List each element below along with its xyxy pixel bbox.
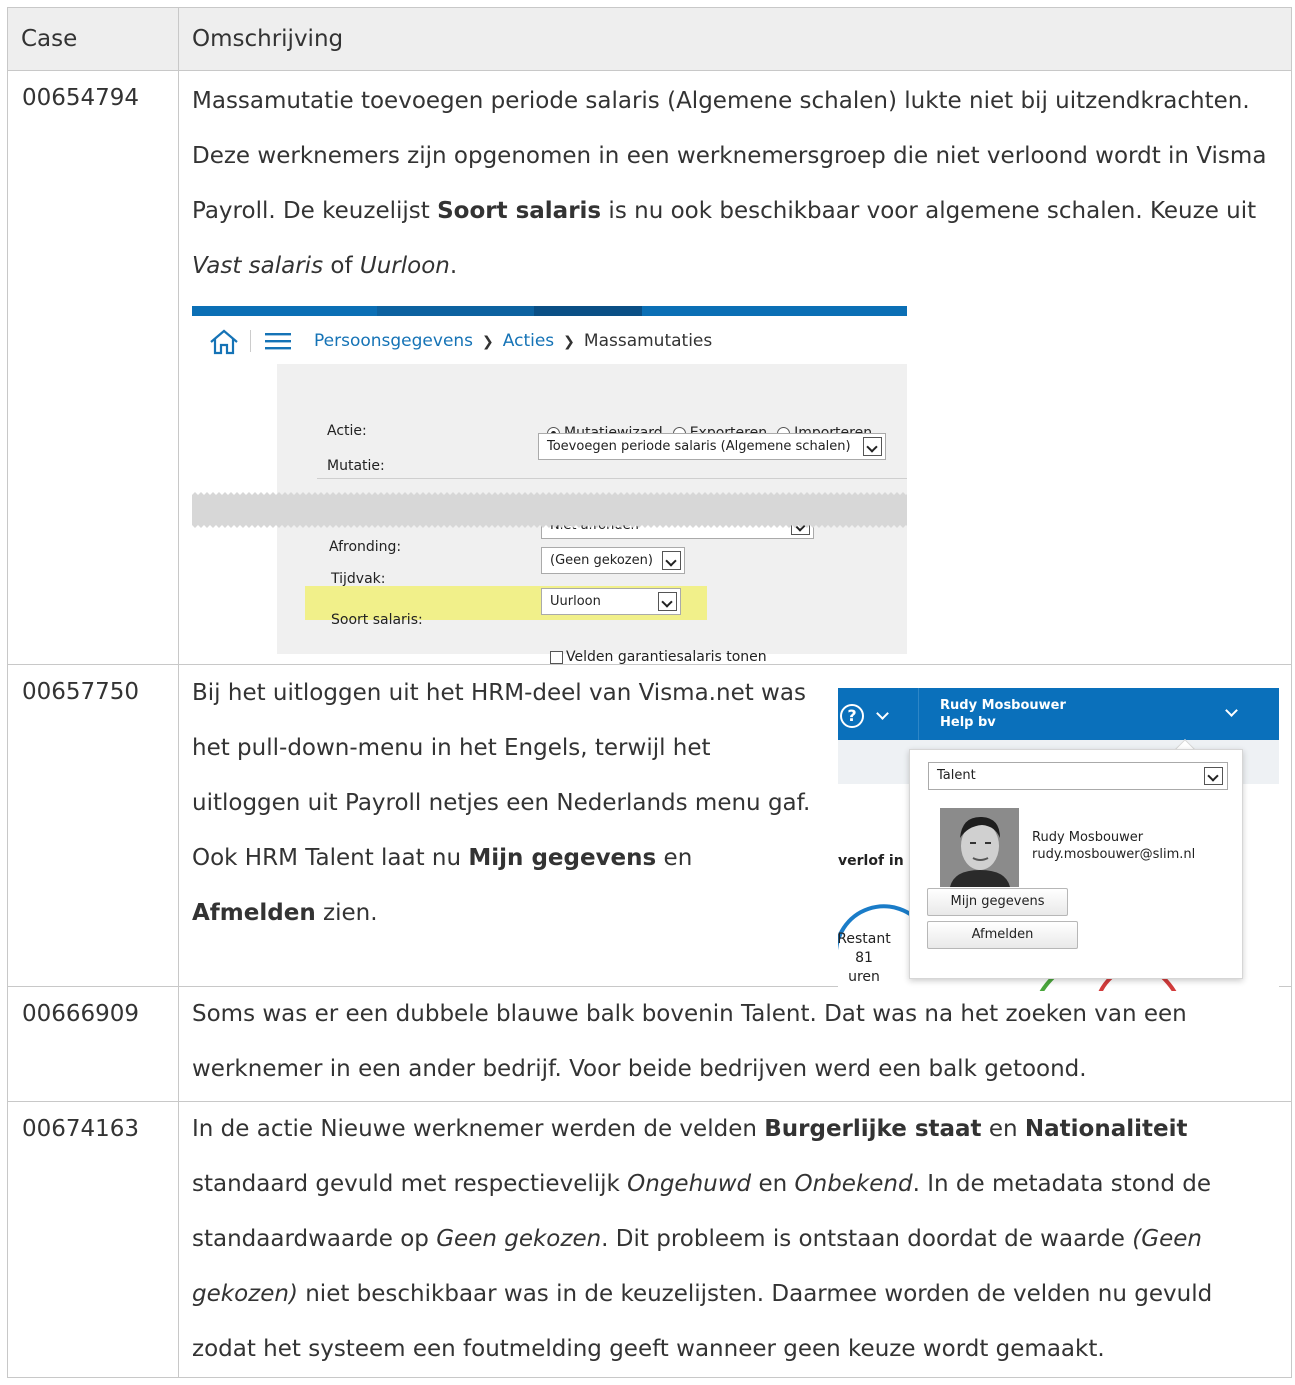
help-icon[interactable]: ? <box>840 704 864 728</box>
top-brand-bar <box>192 306 907 316</box>
garantiesalaris-label: Velden garantiesalaris tonen <box>566 649 767 665</box>
breadcrumb-massamutaties: Massamutaties <box>583 331 713 351</box>
user-account[interactable]: Rudy Mosbouwer Help bv <box>940 697 1066 731</box>
text-run: niet beschikbaar was in de keuzelijsten.… <box>192 1281 1213 1362</box>
restant-unit: uren <box>848 969 880 985</box>
chevron-down-icon[interactable] <box>1225 704 1238 717</box>
home-icon[interactable] <box>209 329 239 355</box>
navigation-row: Persoonsgegevens ❯ Acties ❯ Massamutaties <box>192 316 907 364</box>
text-run: . <box>449 253 458 279</box>
mutatie-select[interactable]: Toevoegen periode salaris (Algemene scha… <box>538 433 886 460</box>
text-run: . Dit probleem is ontstaan doordat de wa… <box>601 1226 1133 1252</box>
case-number: 00674163 <box>7 1101 179 1378</box>
italic-term: Geen gekozen <box>436 1226 602 1252</box>
case-number: 00654794 <box>7 70 179 665</box>
tijdvak-value: (Geen gekozen) <box>550 553 653 568</box>
nav-separator <box>250 330 251 352</box>
italic-term: Vast salaris <box>192 253 324 279</box>
application-select-value: Talent <box>937 768 976 783</box>
description-text: Bij het uitloggen uit het HRM-deel van V… <box>192 665 817 941</box>
chevron-down-icon[interactable] <box>1204 767 1223 785</box>
top-bar: ? Rudy Mosbouwer Help bv <box>838 688 1279 740</box>
massamutaties-screenshot: Persoonsgegevens ❯ Acties ❯ Massamutaties Ac… <box>192 306 907 665</box>
text-run: en <box>751 1171 795 1197</box>
text-run: zien. <box>315 900 378 926</box>
bold-term: Mijn gegevens <box>468 845 657 871</box>
garantiesalaris-checkbox-row: Velden garantiesalaris tonen <box>550 630 767 685</box>
chevron-down-icon[interactable] <box>876 707 889 720</box>
table-row: 00654794 Massamutatie toevoegen periode … <box>7 70 1292 665</box>
case-number: 00666909 <box>7 986 179 1102</box>
italic-term: Onbekend <box>794 1171 913 1197</box>
breadcrumb: Persoonsgegevens ❯ Acties ❯ Massamutaties <box>314 330 712 353</box>
mijn-gegevens-button[interactable]: Mijn gegevens <box>927 888 1068 916</box>
soort-salaris-label: Soort salaris: <box>331 612 423 628</box>
bold-term: Burgerlijke staat <box>764 1116 982 1142</box>
text-run: en <box>981 1116 1025 1142</box>
case-description: Massamutatie toevoegen periode salaris (… <box>178 70 1292 665</box>
italic-term: Ongehuwd <box>627 1171 752 1197</box>
table-header-row: Case Omschrijving <box>7 7 1292 71</box>
user-name: Rudy Mosbouwer <box>940 698 1066 713</box>
application-select[interactable]: Talent <box>928 762 1228 790</box>
header-omschrijving: Omschrijving <box>178 7 1292 71</box>
restant-value: 81 <box>855 950 873 966</box>
background-heading: verlof in <box>838 853 904 869</box>
soort-salaris-select[interactable]: Uurloon <box>541 588 681 615</box>
chevron-down-icon[interactable] <box>658 592 677 611</box>
chevron-right-icon: ❯ <box>482 334 494 350</box>
italic-term: Uurloon <box>359 253 450 279</box>
text-run: of <box>323 253 360 279</box>
divider <box>317 478 907 479</box>
user-info: Rudy Mosbouwer rudy.mosbouwer@slim.nl <box>1032 829 1195 863</box>
text-run: en <box>656 845 693 871</box>
user-dropdown-menu: Talent Rudy Mosbouwer rudy.mosbouwer@sli… <box>909 749 1243 979</box>
text-run: Soms was er een dubbele blauwe balk bove… <box>192 1001 1187 1082</box>
user-info-name: Rudy Mosbouwer <box>1032 830 1144 845</box>
table-row: 00666909 Soms was er een dubbele blauwe … <box>7 986 1292 1102</box>
text-run: is nu ook beschikbaar voor algemene scha… <box>601 198 1257 224</box>
menu-icon[interactable] <box>265 332 291 350</box>
text-run: standaard gevuld met respectievelijk <box>192 1171 628 1197</box>
bold-term: Nationaliteit <box>1024 1116 1188 1142</box>
breadcrumb-acties[interactable]: Acties <box>503 331 554 351</box>
breadcrumb-persoonsgegevens[interactable]: Persoonsgegevens <box>314 331 473 351</box>
afmelden-button[interactable]: Afmelden <box>927 921 1078 949</box>
chevron-down-icon[interactable] <box>662 551 681 570</box>
company-name: Help bv <box>940 715 996 730</box>
topbar-separator <box>918 688 919 740</box>
soort-salaris-value: Uurloon <box>550 594 601 609</box>
tijdvak-select[interactable]: (Geen gekozen) <box>541 547 685 574</box>
bold-term: Afmelden <box>192 900 316 926</box>
bold-term: Soort salaris <box>437 198 602 224</box>
avatar <box>940 808 1019 887</box>
case-number: 00657750 <box>7 664 179 987</box>
text-run: In de actie Nieuwe werknemer werden de v… <box>192 1116 765 1142</box>
restant-label: Restant <box>838 931 891 947</box>
garantiesalaris-checkbox[interactable] <box>550 651 563 664</box>
description-text: Soms was er een dubbele blauwe balk bove… <box>192 987 1279 1101</box>
mutatie-value: Toevoegen periode salaris (Algemene scha… <box>547 439 851 454</box>
chevron-right-icon: ❯ <box>563 334 575 350</box>
restant-block: Restant 81 uren <box>838 930 892 987</box>
chevron-down-icon[interactable] <box>863 437 882 456</box>
description-text: In de actie Nieuwe werknemer werden de v… <box>192 1102 1279 1377</box>
text-run: Bij het uitloggen uit het HRM-deel van V… <box>192 680 811 871</box>
case-description: Soms was er een dubbele blauwe balk bove… <box>178 986 1292 1102</box>
avatar-photo <box>940 808 1019 887</box>
user-info-email: rudy.mosbouwer@slim.nl <box>1032 847 1196 862</box>
table-row: 00674163 In de actie Nieuwe werknemer we… <box>7 1101 1292 1378</box>
case-description: In de actie Nieuwe werknemer werden de v… <box>178 1101 1292 1378</box>
header-case: Case <box>7 7 179 71</box>
description-text: Massamutatie toevoegen periode salaris (… <box>192 71 1279 294</box>
torn-edge-graphic <box>192 492 907 528</box>
user-menu-screenshot: ? Rudy Mosbouwer Help bv verlof in Resta… <box>838 688 1279 991</box>
